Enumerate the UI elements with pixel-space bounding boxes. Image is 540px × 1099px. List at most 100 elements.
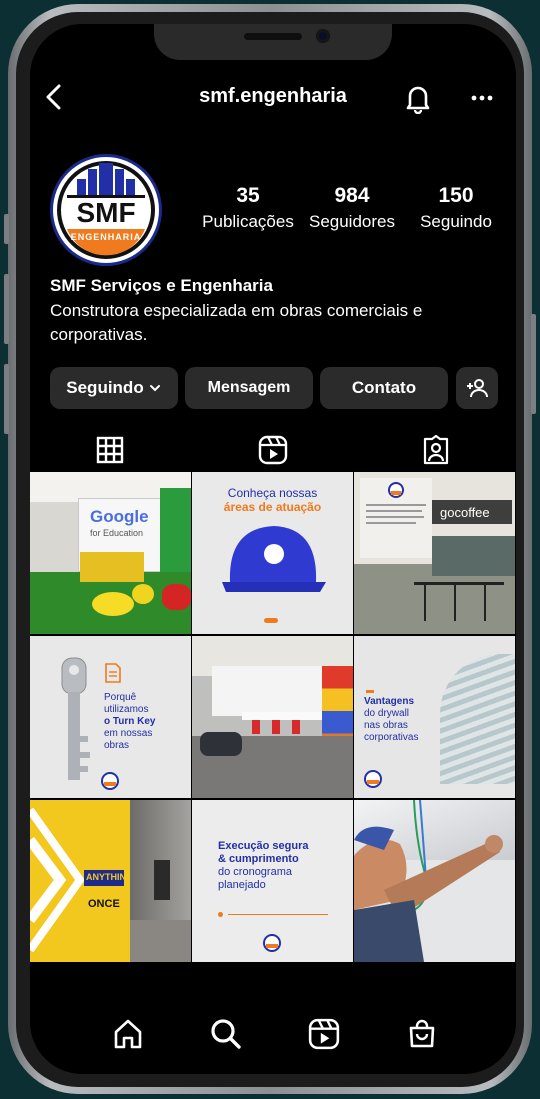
post-4-line-1: Porquê	[104, 692, 137, 703]
following-button-label: Seguindo	[66, 378, 144, 397]
nav-reels[interactable]	[304, 1014, 344, 1054]
post-2[interactable]: Conheça nossas áreas de atuação	[192, 472, 353, 634]
following-label: Seguindo	[420, 212, 492, 231]
post-8[interactable]: Execução segura & cumprimento do cronogr…	[192, 800, 353, 962]
profile-avatar[interactable]: SMF ENGENHARIA	[50, 154, 162, 266]
post-6[interactable]: Vantagens do drywall nas obras corporati…	[354, 636, 515, 798]
notch	[154, 24, 392, 60]
logo-text: SMF	[76, 197, 136, 228]
post-7[interactable]: ANYTHING ONCE	[30, 800, 191, 962]
post-4-line-5: obras	[104, 740, 130, 751]
followers-label: Seguidores	[308, 212, 395, 231]
text-card	[360, 478, 432, 558]
front-camera	[316, 29, 330, 43]
speaker	[244, 33, 302, 40]
bottom-nav	[30, 1014, 516, 1054]
red-pouf	[162, 584, 191, 610]
tab-grid[interactable]	[90, 432, 130, 468]
mini-logo	[263, 934, 281, 952]
yellow-stool	[132, 584, 154, 604]
posts-stat[interactable]: 35 Publicações	[198, 184, 298, 232]
add-person-button[interactable]	[456, 367, 498, 409]
tagged-icon	[423, 435, 449, 465]
volume-up-button	[4, 274, 9, 344]
post-4-line-2: utilizamos	[104, 704, 149, 715]
add-person-icon	[467, 379, 488, 398]
post-4[interactable]: Porquê utilizamos o Turn Key em nossas o…	[30, 636, 191, 798]
hard-hat-icon	[222, 526, 326, 592]
corridor-end	[154, 860, 170, 900]
search-icon	[211, 1019, 241, 1049]
reels-icon	[308, 1018, 340, 1050]
mini-logo	[101, 772, 119, 790]
post-1[interactable]: Google for Education	[30, 472, 191, 634]
desk	[242, 712, 322, 720]
post-4-line-3: o Turn Key	[104, 716, 156, 727]
post-8-text: Execução segura & cumprimento do cronogr…	[218, 840, 309, 892]
tab-reels[interactable]	[253, 432, 293, 468]
post-2-line-2: áreas de atuação	[223, 500, 322, 514]
chevron-down-icon	[149, 385, 160, 392]
yellow-pouf	[92, 592, 134, 616]
sofa	[200, 732, 242, 756]
grid-icon	[96, 436, 124, 464]
mini-logo	[364, 770, 382, 788]
worker-illustration	[354, 800, 503, 962]
orange-line	[228, 914, 328, 915]
screen: smf.engenharia SMF ENGENHARIA 35 Publica…	[30, 24, 516, 1074]
following-button[interactable]: Seguindo	[50, 367, 178, 409]
post-4-text: Porquê utilizamos o Turn Key em nossas o…	[104, 692, 155, 752]
profile-username: smf.engenharia	[199, 85, 347, 107]
drywall-photo	[440, 654, 515, 784]
orange-dot	[218, 912, 223, 917]
followers-count: 984	[334, 184, 370, 207]
google-sub-text: for Education	[90, 528, 144, 538]
gocoffee-sign: gocoffee	[440, 505, 490, 520]
post-2-line-1: Conheça nossas	[227, 486, 318, 500]
document-icon	[105, 663, 121, 683]
profile-bio: Construtora especializada em obras comer…	[50, 299, 490, 347]
power-button	[531, 314, 536, 414]
table-row	[414, 582, 504, 585]
posts-count: 35	[236, 184, 260, 207]
reels-icon	[258, 435, 288, 465]
orange-dash	[264, 618, 278, 623]
followers-stat[interactable]: 984 Seguidores	[302, 184, 402, 232]
logo-subtext: ENGENHARIA	[70, 232, 142, 242]
posts-grid: Google for Education Conheça nossas área…	[30, 472, 516, 962]
yellow-bench	[80, 552, 144, 582]
posts-label: Publicações	[202, 212, 294, 231]
contact-button[interactable]: Contato	[320, 367, 448, 409]
nav-home[interactable]	[108, 1014, 148, 1054]
home-icon	[114, 1019, 142, 1049]
key-icon	[61, 657, 90, 780]
window	[432, 536, 515, 576]
post-8-line-3: do cronograma	[218, 866, 292, 878]
profile-tabs	[30, 432, 516, 468]
message-button-label: Mensagem	[207, 379, 291, 396]
nav-shop[interactable]	[402, 1014, 442, 1054]
tab-tagged[interactable]	[416, 432, 456, 468]
post-4-line-4: em nossas	[104, 728, 153, 739]
following-count: 150	[438, 184, 474, 207]
profile-display-name: SMF Serviços e Engenharia	[50, 276, 273, 295]
message-button[interactable]: Mensagem	[185, 367, 313, 409]
nav-search[interactable]	[206, 1014, 246, 1054]
post-5[interactable]	[192, 636, 353, 798]
post-3[interactable]: gocoffee	[354, 472, 515, 634]
bio-line-2: corporativas.	[50, 325, 148, 344]
google-logo-text: Google	[90, 507, 149, 526]
wall-sign-1: ANYTHING	[86, 872, 133, 882]
back-icon[interactable]	[40, 82, 70, 112]
post-8-line-1: Execução segura	[218, 840, 309, 852]
post-9[interactable]	[354, 800, 515, 962]
contact-button-label: Contato	[351, 378, 417, 397]
post-6-line-1: Vantagens	[364, 696, 415, 707]
top-bar: smf.engenharia	[30, 82, 516, 114]
following-stat[interactable]: 150 Seguindo	[406, 184, 506, 232]
mini-logo	[388, 482, 404, 498]
corridor-floor	[130, 920, 191, 962]
more-icon[interactable]	[470, 90, 494, 106]
post-6-line-4: corporativas	[364, 732, 419, 743]
bell-icon[interactable]	[402, 82, 434, 114]
